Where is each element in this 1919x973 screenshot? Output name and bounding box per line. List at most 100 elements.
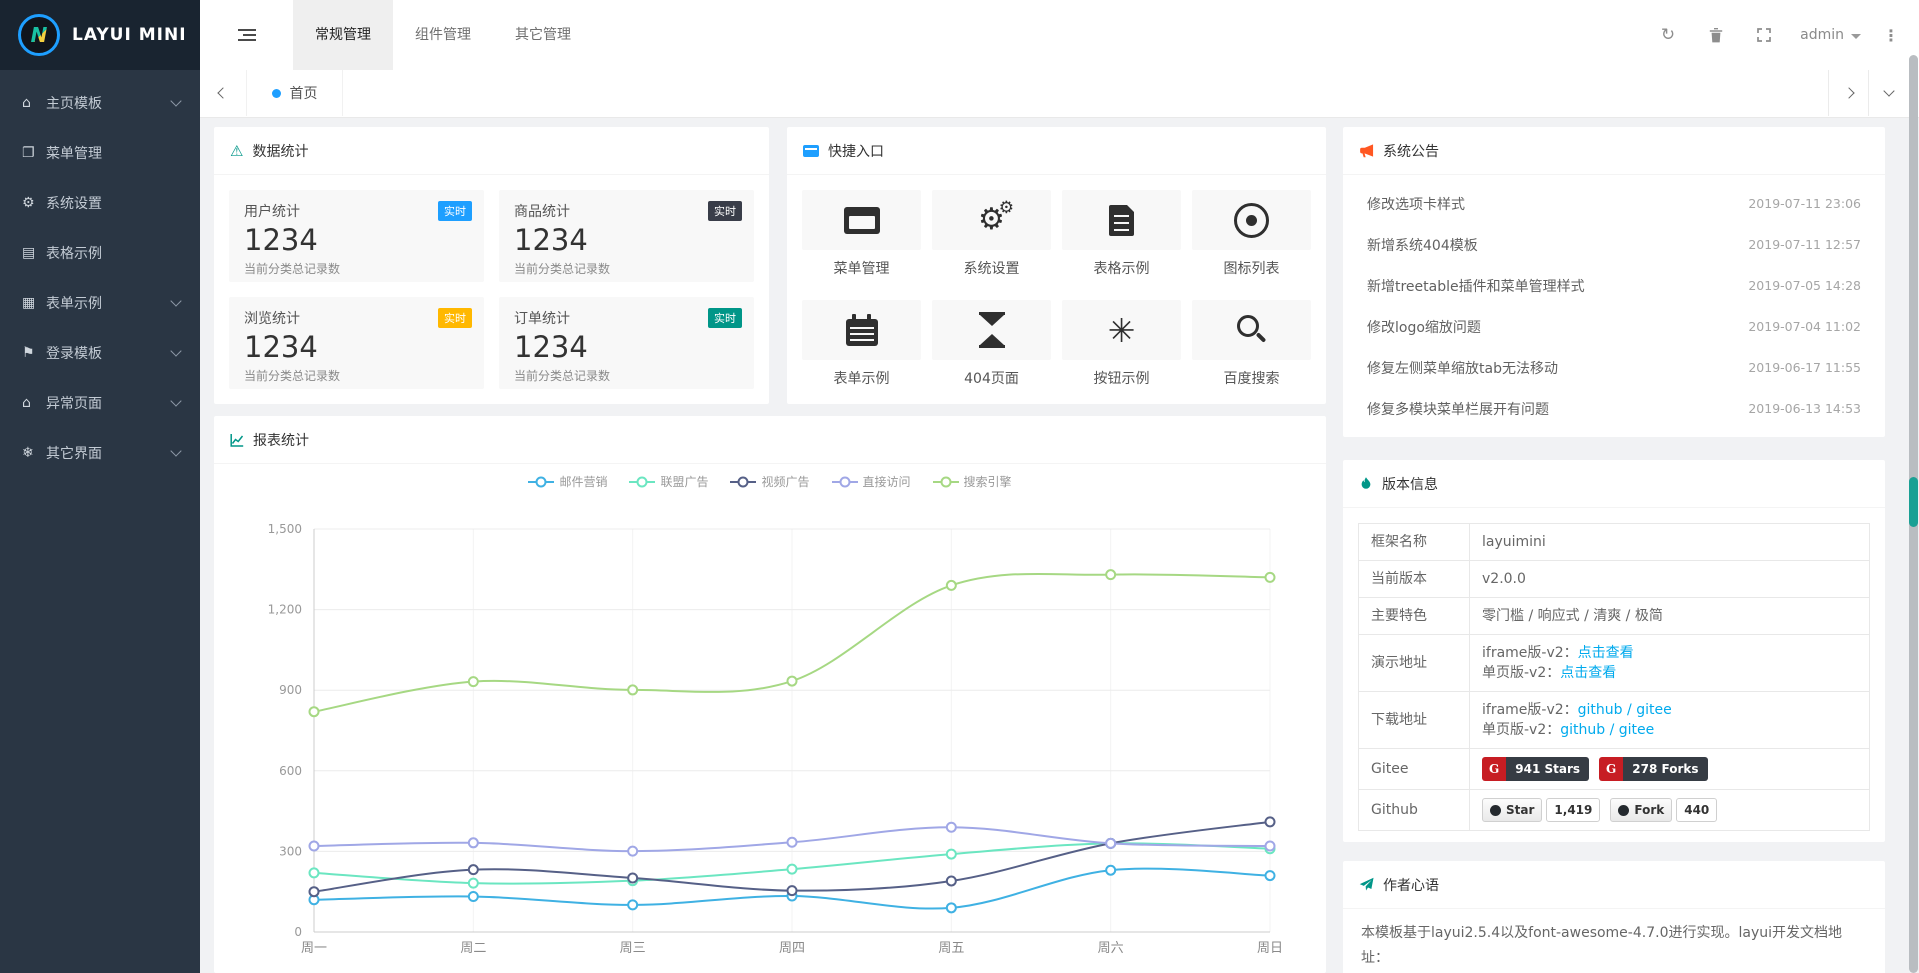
chevron-down-icon xyxy=(170,295,181,306)
legend-item-搜索引擎[interactable]: 搜索引擎 xyxy=(933,473,1012,490)
link-github[interactable]: github xyxy=(1578,702,1623,718)
github-badge-Star[interactable]: Star1,419 xyxy=(1482,798,1600,822)
tabs-scroll-right-button[interactable] xyxy=(1828,70,1868,116)
header-tab-其它管理[interactable]: 其它管理 xyxy=(493,0,593,70)
legend-item-视频广告[interactable]: 视频广告 xyxy=(730,473,809,490)
version-row-label: Gitee xyxy=(1359,749,1470,790)
window-icon xyxy=(844,207,880,234)
panel-title: 版本信息 xyxy=(1382,474,1438,494)
link-gitee[interactable]: gitee xyxy=(1636,702,1672,718)
author-line-1: 本模板基于layui2.5.4以及font-awesome-4.7.0进行实现。… xyxy=(1361,921,1867,971)
stat-card-value: 1234 xyxy=(244,330,469,364)
svg-text:1,500: 1,500 xyxy=(268,522,302,536)
tab-home[interactable]: 首页 xyxy=(247,70,343,116)
tab-bar-controls xyxy=(1828,70,1908,116)
stat-card-用户统计: 用户统计实时1234当前分类总记录数 xyxy=(229,190,484,282)
realtime-badge: 实时 xyxy=(708,308,742,328)
stat-card-订单统计: 订单统计实时1234当前分类总记录数 xyxy=(499,297,754,389)
sidebar-item-菜单管理[interactable]: ❐菜单管理 xyxy=(0,128,200,178)
sidebar-item-系统设置[interactable]: ⚙系统设置 xyxy=(0,178,200,228)
svg-text:周六: 周六 xyxy=(1098,941,1124,956)
chevron-down-icon xyxy=(170,345,181,356)
version-row: 主要特色零门槛 / 响应式 / 清爽 / 极简 xyxy=(1359,598,1870,635)
notice-item[interactable]: 新增系统404模板2019-07-11 12:57 xyxy=(1367,224,1861,265)
paper-plane-icon xyxy=(1359,877,1374,892)
line-chart-icon xyxy=(230,433,244,447)
calendar-icon xyxy=(846,319,878,346)
gitee-badge[interactable]: G941 Stars xyxy=(1482,757,1589,781)
panel-quick-entry: 快捷入口 菜单管理⚙⚙系统设置表格示例图标列表表单示例404页面✳按钮示例百度搜… xyxy=(787,127,1326,404)
notice-item[interactable]: 修复左侧菜单缩放tab无法移动2019-06-17 11:55 xyxy=(1367,347,1861,388)
github-badge-Fork[interactable]: Fork440 xyxy=(1610,798,1717,822)
quick-entry-404页面[interactable]: 404页面 xyxy=(932,300,1051,388)
legend-dot xyxy=(940,476,951,487)
version-link-line: 单页版-v2：github / gitee xyxy=(1482,720,1857,740)
version-row: 演示地址iframe版-v2：点击查看单页版-v2：点击查看 xyxy=(1359,635,1870,692)
user-menu[interactable]: admin xyxy=(1800,27,1861,43)
header-tab-组件管理[interactable]: 组件管理 xyxy=(393,0,493,70)
legend-dot xyxy=(637,476,648,487)
sidebar-item-表单示例[interactable]: ▦表单示例 xyxy=(0,278,200,328)
sidebar-item-登录模板[interactable]: ⚑登录模板 xyxy=(0,328,200,378)
github-fork-button[interactable]: Fork xyxy=(1610,798,1672,822)
trash-icon[interactable] xyxy=(1709,28,1723,43)
legend-item-邮件营销[interactable]: 邮件营销 xyxy=(528,473,607,490)
panel-title: 快捷入口 xyxy=(828,141,884,161)
chevron-down-icon xyxy=(170,445,181,456)
legend-symbol xyxy=(933,477,959,487)
notice-item[interactable]: 修复多模块菜单栏展开有问题2019-06-13 14:53 xyxy=(1367,388,1861,429)
quick-entry-百度搜索[interactable]: 百度搜索 xyxy=(1192,300,1311,388)
github-star-button[interactable]: Star xyxy=(1482,798,1542,822)
sidebar-item-表格示例[interactable]: ▤表格示例 xyxy=(0,228,200,278)
sidebar-toggle-button[interactable] xyxy=(200,0,293,70)
link-github[interactable]: github xyxy=(1560,722,1605,738)
link-gitee[interactable]: gitee xyxy=(1619,722,1655,738)
notice-date: 2019-07-11 23:06 xyxy=(1748,196,1861,211)
notice-item[interactable]: 新增treetable插件和菜单管理样式2019-07-05 14:28 xyxy=(1367,265,1861,306)
version-row: Gitee G941 Stars G278 Forks xyxy=(1359,749,1870,790)
sidebar-item-label: 主页模板 xyxy=(46,93,102,113)
sidebar-item-异常页面[interactable]: ⌂异常页面 xyxy=(0,378,200,428)
sidebar-item-主页模板[interactable]: ⌂主页模板 xyxy=(0,78,200,128)
quick-entry-按钮示例[interactable]: ✳按钮示例 xyxy=(1062,300,1181,388)
menu-toggle-icon xyxy=(238,26,256,44)
version-row-label: Github xyxy=(1359,790,1470,831)
notice-item[interactable]: 修改logo缩放问题2019-07-04 11:02 xyxy=(1367,306,1861,347)
fullscreen-icon[interactable] xyxy=(1757,28,1771,42)
version-row-label: 框架名称 xyxy=(1359,524,1470,561)
quick-entry-图标列表[interactable]: 图标列表 xyxy=(1192,190,1311,278)
svg-text:周日: 周日 xyxy=(1257,941,1283,956)
warning-icon: ⚠ xyxy=(230,142,243,160)
header-tab-常规管理[interactable]: 常规管理 xyxy=(293,0,393,70)
tab-home-label: 首页 xyxy=(290,83,318,103)
quick-entry-表单示例[interactable]: 表单示例 xyxy=(802,300,921,388)
notice-date: 2019-07-05 14:28 xyxy=(1748,278,1861,293)
quick-entry-tile: ⚙⚙ xyxy=(932,190,1051,250)
gitee-badge[interactable]: G278 Forks xyxy=(1599,757,1707,781)
brand[interactable]: N LAYUI MINI xyxy=(0,0,200,70)
panel-title: 报表统计 xyxy=(253,430,309,450)
version-row-value: 零门槛 / 响应式 / 清爽 / 极简 xyxy=(1470,598,1870,635)
quick-entry-菜单管理[interactable]: 菜单管理 xyxy=(802,190,921,278)
sidebar-item-label: 系统设置 xyxy=(46,193,102,213)
link-点击查看[interactable]: 点击查看 xyxy=(1560,665,1616,681)
legend-item-直接访问[interactable]: 直接访问 xyxy=(832,473,911,490)
notice-item[interactable]: 修改选项卡样式 2019-07-11 23:06 xyxy=(1367,183,1861,224)
stat-card-desc: 当前分类总记录数 xyxy=(244,367,469,384)
link-点击查看[interactable]: 点击查看 xyxy=(1578,645,1634,661)
sidebar-item-label: 其它界面 xyxy=(46,443,102,463)
scrollbar-thumb[interactable] xyxy=(1909,477,1918,527)
sidebar-item-其它界面[interactable]: ❄其它界面 xyxy=(0,428,200,478)
file-icon: ▤ xyxy=(22,245,46,261)
tabs-scroll-left-button[interactable] xyxy=(200,70,247,116)
panel-title: 数据统计 xyxy=(252,141,308,161)
panel-data-statistics: ⚠ 数据统计 用户统计实时1234当前分类总记录数商品统计实时1234当前分类总… xyxy=(214,127,769,404)
quick-entry-tile xyxy=(802,190,921,250)
quick-entry-系统设置[interactable]: ⚙⚙系统设置 xyxy=(932,190,1051,278)
quick-entry-表格示例[interactable]: 表格示例 xyxy=(1062,190,1181,278)
more-menu-icon[interactable]: ⋮ xyxy=(1883,26,1899,45)
legend-item-联盟广告[interactable]: 联盟广告 xyxy=(629,473,708,490)
tabs-menu-button[interactable] xyxy=(1868,70,1908,116)
refresh-icon[interactable]: ↻ xyxy=(1661,25,1675,45)
notice-text: 修改选项卡样式 xyxy=(1367,194,1465,214)
